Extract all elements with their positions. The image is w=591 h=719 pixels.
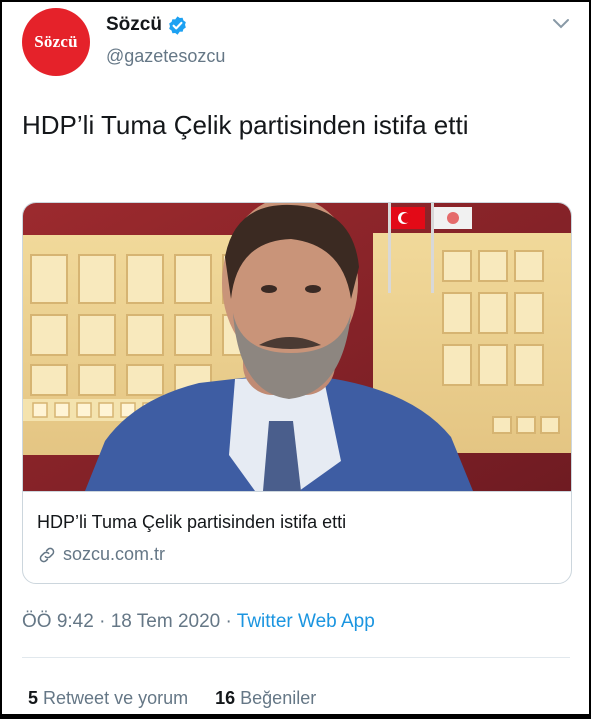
retweets-stat[interactable]: 5 Retweet ve yorum [28,688,193,708]
divider [22,657,570,658]
source-app-link[interactable]: Twitter Web App [237,611,375,632]
link-icon [39,547,55,562]
author-name-row: Sözcü [106,14,188,36]
timestamp-date[interactable]: 18 Tem 2020 [111,611,221,632]
display-name[interactable]: Sözcü [106,14,162,36]
card-link-row[interactable]: sozcu.com.tr [37,544,165,565]
avatar[interactable]: Sözcü [22,8,90,76]
verified-badge-icon [169,15,186,35]
separator: · [99,611,106,632]
timestamp-time[interactable]: ÖÖ 9:42 [22,611,94,632]
card-title[interactable]: HDP’li Tuma Çelik partisinden istifa ett… [37,512,346,533]
likes-count: 16 [215,688,236,708]
likes-label: Beğeniler [240,688,317,708]
account-handle[interactable]: @gazetesozcu [106,46,225,67]
link-card[interactable]: HDP’li Tuma Çelik partisinden istifa ett… [22,202,572,584]
engagement-stats: 5 Retweet ve yorum 16 Beğeniler [28,688,316,709]
retweets-count: 5 [28,688,39,708]
tweet-text: HDP’li Tuma Çelik partisinden istifa ett… [22,110,469,140]
likes-stat[interactable]: 16 Beğeniler [215,688,316,708]
tweet-container: Sözcü Sözcü @gazetesozcu HDP’li Tuma Çel… [2,2,589,714]
avatar-logo-text: Sözcü [34,32,78,51]
card-image[interactable] [23,203,571,491]
chevron-down-icon[interactable] [552,18,570,30]
tweet-metadata: ÖÖ 9:42 · 18 Tem 2020 · Twitter Web App [22,611,375,633]
card-domain: sozcu.com.tr [63,544,166,564]
card-body[interactable]: HDP’li Tuma Çelik partisinden istifa ett… [23,491,571,583]
retweets-label: Retweet ve yorum [43,688,189,708]
separator: · [225,611,232,632]
